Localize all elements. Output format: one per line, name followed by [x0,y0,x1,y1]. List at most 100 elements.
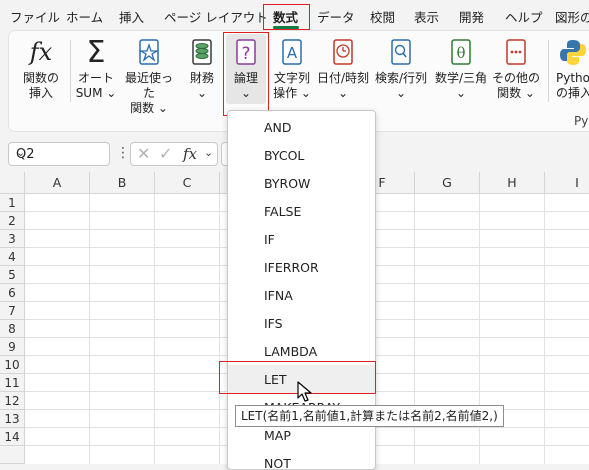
grid-line [154,194,155,464]
menu-item-byrow[interactable]: BYROW [228,169,375,197]
search-book-icon [391,39,411,65]
tab-data[interactable]: データ [317,7,355,26]
python-icon [560,40,586,65]
recent-functions-button[interactable]: 最近使った 関数 ⌄ [120,36,178,116]
name-box[interactable]: Q2 ⌄ [8,142,110,166]
select-all-corner[interactable] [0,172,25,194]
math-trig-button[interactable]: θ 数学/三角 ⌄ [432,36,490,101]
row-header[interactable]: 9 [0,338,25,356]
autosum-button[interactable]: Σ オート SUM ⌄ [74,36,118,101]
insert-function-icon[interactable]: fx [183,145,197,163]
menu-item-ifs[interactable]: IFS [228,309,375,337]
datetime-label-2: ⌄ [337,86,349,100]
tab-view[interactable]: 表示 [414,7,439,26]
lookup-label: 検索/行列 [374,71,428,85]
row-header[interactable]: 13 [0,410,25,428]
grid-line [219,194,220,464]
row-header[interactable]: 12 [0,392,25,410]
menu-item-label: MAP [264,428,291,443]
column-header[interactable]: B [90,172,155,194]
more-book-icon [506,39,526,65]
question-mark-glyph: ? [241,44,250,64]
tab-help[interactable]: ヘルプ [505,7,543,26]
menu-item-label: NOT [264,456,291,470]
python-label-2: の挿入 [556,86,589,100]
insert-function-button[interactable]: fx 関数の 挿入 [18,36,64,101]
date-time-button[interactable]: 日付/時刻 ⌄ [314,36,372,101]
menu-item-bycol[interactable]: BYCOL [228,141,375,169]
financial-button[interactable]: 財務 ⌄ [184,36,220,101]
ribbon-separator [70,40,71,102]
recent-label: 最近使った [124,71,173,100]
logical-label-2: ⌄ [240,86,252,100]
column-header[interactable]: I [545,172,589,194]
financial-label-2: ⌄ [196,86,208,100]
lookup-button[interactable]: 検索/行列 ⌄ [372,36,430,101]
tab-shape-format[interactable]: 図形の [555,7,589,26]
sigma-icon: Σ [86,35,106,70]
tab-page-layout[interactable]: ページ レイアウト [164,7,268,26]
row-header[interactable]: 1 [0,194,25,212]
autosum-label: オート [77,71,114,85]
chevron-down-icon[interactable]: ⌄ [16,146,103,159]
column-header[interactable]: A [25,172,90,194]
math-label: 数学/三角 [434,71,488,85]
clock-book-icon [333,39,353,65]
row-header[interactable]: 5 [0,266,25,284]
menu-item-label: BYCOL [264,148,305,163]
money-book-icon [192,39,212,65]
ribbon-separator-2 [548,40,549,102]
menu-item-label: BYROW [264,176,311,191]
theta-glyph: θ [456,44,465,62]
menu-item-not[interactable]: NOT [228,449,375,470]
tab-file[interactable]: ファイル [10,7,60,26]
menu-item-iferror[interactable]: IFERROR [228,253,375,281]
column-header[interactable]: G [415,172,480,194]
row-header[interactable]: 7 [0,302,25,320]
row-header[interactable]: 14 [0,428,25,446]
formula-controls: ✕ ✓ fx ⌄ [130,142,218,166]
row-header[interactable]: 10 [0,356,25,374]
python-label: Pytho [556,71,589,85]
check-icon[interactable]: ✓ [159,144,172,163]
more-vertical-icon[interactable]: ⋮ [116,145,130,161]
grid-line [89,194,90,464]
logical-button[interactable]: ? 論理 ⌄ [226,34,266,104]
row-header[interactable]: 3 [0,230,25,248]
tab-formulas[interactable]: 数式 [273,7,298,26]
column-header[interactable]: C [155,172,220,194]
row-header[interactable]: 2 [0,212,25,230]
row-header[interactable]: 8 [0,320,25,338]
menu-item-if[interactable]: IF [228,225,375,253]
row-header[interactable]: 6 [0,284,25,302]
more-label-2: 関数 ⌄ [497,86,535,100]
menu-item-ifna[interactable]: IFNA [228,281,375,309]
text-functions-button[interactable]: A 文字列 操作 ⌄ [272,36,312,101]
column-header[interactable]: H [480,172,545,194]
tab-developer[interactable]: 開発 [459,7,484,26]
row-header[interactable] [0,446,25,464]
menu-item-label: FALSE [264,204,302,219]
menu-item-label: IFERROR [264,260,319,275]
python-group-label: Py [574,114,589,128]
chevron-down-icon[interactable]: ⌄ [204,146,213,159]
menu-item-and[interactable]: AND [228,113,375,141]
menu-item-label: IF [264,232,275,247]
row-header[interactable]: 11 [0,374,25,392]
letter-a-glyph: A [287,44,298,62]
row-header[interactable]: 4 [0,248,25,266]
menu-item-label: AND [264,120,292,135]
tab-insert[interactable]: 挿入 [119,7,144,26]
active-tab-indicator [273,26,299,29]
logical-label: 論理 [233,71,258,85]
insert-python-button[interactable]: Pytho の挿入 [556,36,589,101]
menu-item-false[interactable]: FALSE [228,197,375,225]
grid-line [544,194,545,464]
more-functions-button[interactable]: その他の 関数 ⌄ [490,36,542,101]
tab-home[interactable]: ホーム [66,7,103,26]
insert-function-label: 関数の [22,71,59,85]
cancel-icon[interactable]: ✕ [137,144,150,163]
recent-label-2: 関数 ⌄ [130,101,168,115]
menu-item-lambda[interactable]: LAMBDA [228,337,375,365]
tab-review[interactable]: 校閲 [370,7,395,26]
